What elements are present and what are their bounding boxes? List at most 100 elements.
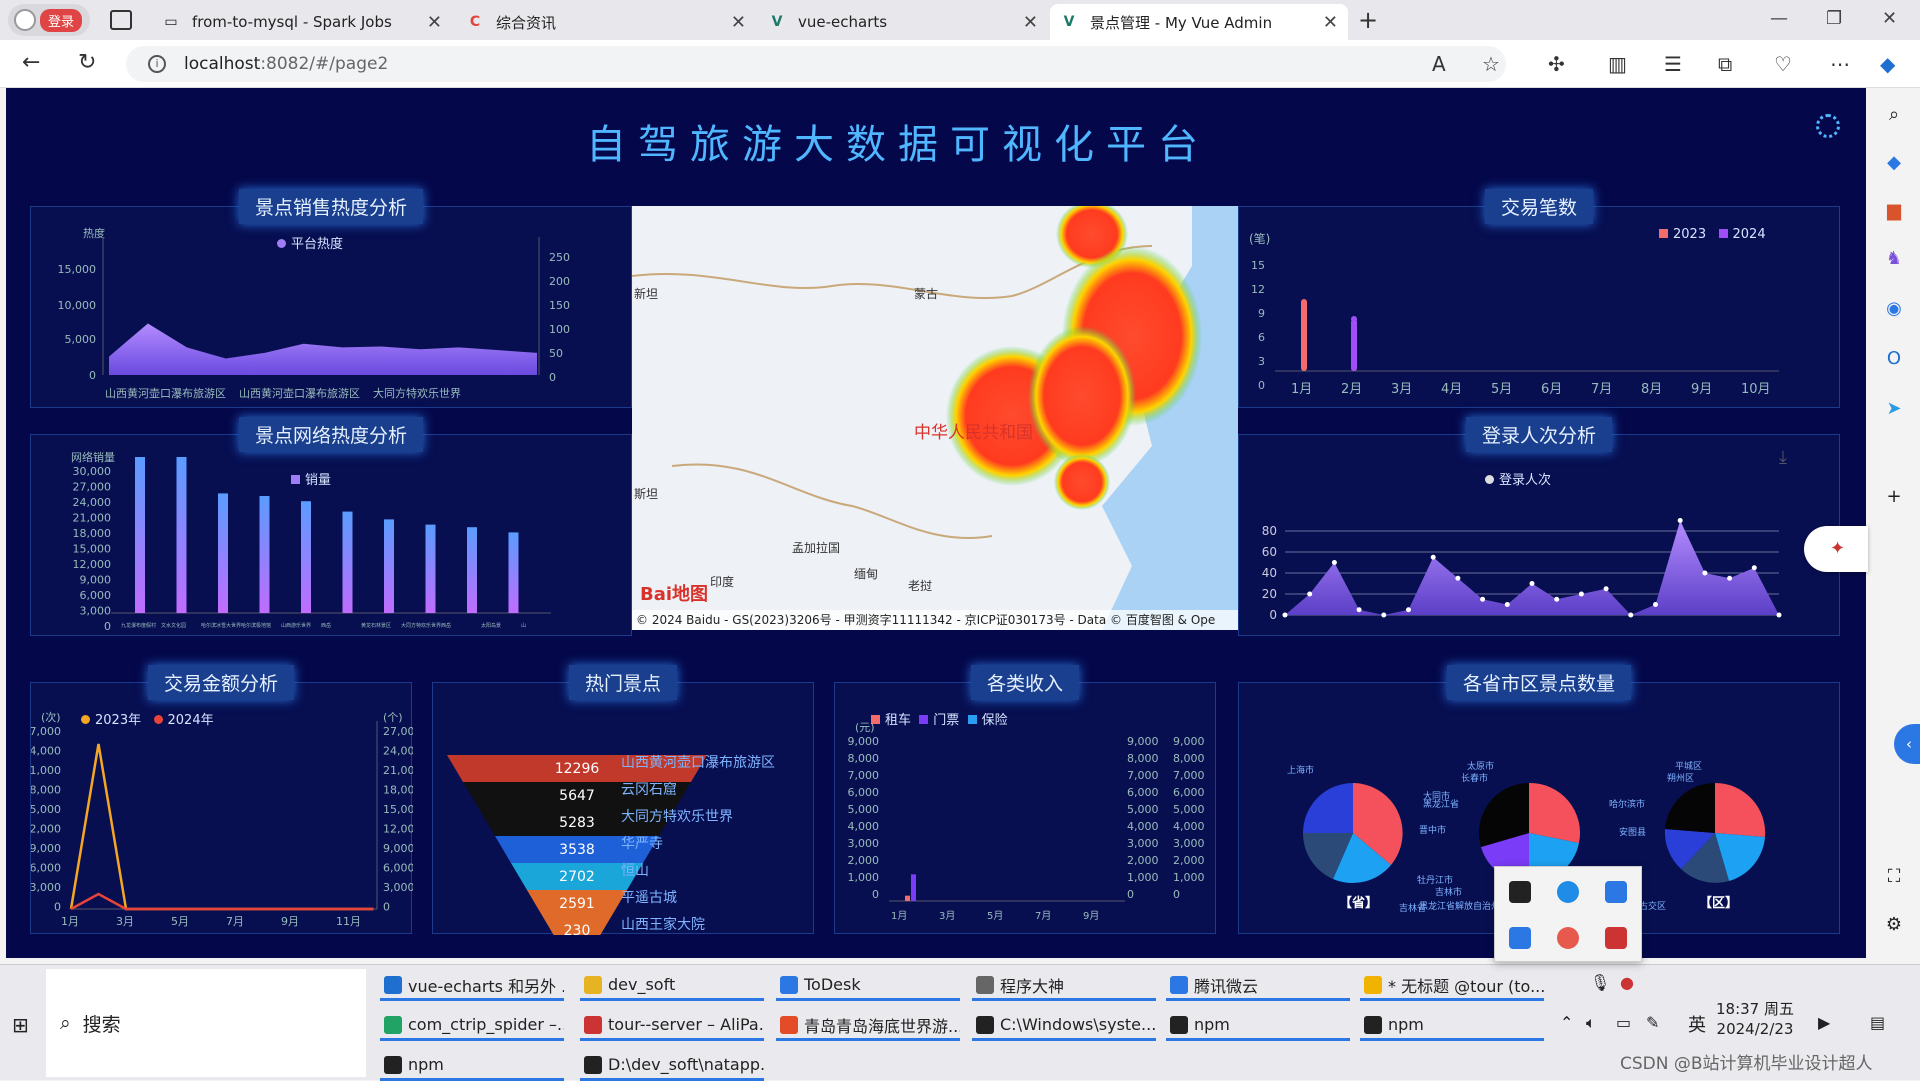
weiyun-icon[interactable]: [1509, 927, 1531, 949]
settings-icon[interactable]: ⚙: [1882, 914, 1906, 938]
url-bar[interactable]: i localhost:8082/#/page2: [126, 46, 1506, 82]
taskbar-app[interactable]: npm: [380, 1051, 564, 1081]
m365-icon[interactable]: ◉: [1882, 298, 1906, 322]
performance-icon[interactable]: ♡: [1774, 52, 1792, 76]
y-tick: 18,000: [73, 527, 112, 540]
y-tick: 8,000: [31, 784, 61, 797]
mic-icon[interactable]: 🎙︎: [1590, 973, 1610, 992]
taskbar-app[interactable]: D:\dev_soft\natapp...: [580, 1051, 764, 1081]
pen-icon[interactable]: ✎: [1646, 1013, 1659, 1032]
funnel-value: 230: [564, 923, 591, 935]
taskbar-app[interactable]: npm: [1360, 1011, 1544, 1041]
app-icon[interactable]: [1605, 927, 1627, 949]
minimize-icon[interactable]: —: [1770, 8, 1788, 29]
shopping-icon[interactable]: ◆: [1882, 152, 1906, 176]
close-icon[interactable]: ✕: [1323, 12, 1338, 33]
settings-gear-icon[interactable]: [1816, 114, 1840, 138]
tools-icon[interactable]: ▆: [1882, 200, 1906, 224]
y-tick: 40: [1262, 566, 1277, 580]
china-heatmap[interactable]: 中华人民共和国 蒙古 新坦 斯坦 孟加拉国 缅甸 印度 老挝 Bai地图 © 2…: [632, 206, 1238, 630]
read-aloud-icon[interactable]: A: [1432, 52, 1446, 76]
taskbar-app[interactable]: 程序大神: [972, 971, 1156, 1001]
taskbar-app[interactable]: npm: [1166, 1011, 1350, 1041]
taskbar-search[interactable]: ⌕ 搜索: [46, 969, 366, 1077]
favorites-icon[interactable]: ☰: [1664, 52, 1682, 76]
outlook-icon[interactable]: O: [1882, 348, 1906, 372]
y2-tick: 5,000: [1127, 803, 1159, 816]
x-label: 1月: [891, 910, 907, 922]
add-icon[interactable]: +: [1882, 486, 1906, 510]
send-icon[interactable]: ➤: [1882, 398, 1906, 422]
notifications-icon[interactable]: ▤: [1870, 1013, 1885, 1032]
taskbar-app[interactable]: * 无标题 @tour (to...: [1360, 971, 1544, 1001]
funnel-value: 12296: [555, 761, 600, 777]
games-icon[interactable]: ♞: [1882, 248, 1906, 272]
refresh-icon[interactable]: ↻: [78, 50, 96, 75]
y-tick: 9: [1258, 307, 1265, 320]
qq-icon[interactable]: ●: [1620, 973, 1634, 992]
tab-news[interactable]: C 综合资讯 ✕: [456, 4, 756, 40]
close-icon[interactable]: ✕: [427, 12, 442, 33]
taskbar-app[interactable]: dev_soft: [580, 971, 764, 1001]
tray-chevron-icon[interactable]: ⌃: [1560, 1013, 1573, 1032]
close-icon[interactable]: ✕: [731, 12, 746, 33]
tab-admin[interactable]: V 景点管理 - My Vue Admin ✕: [1050, 4, 1348, 40]
close-icon[interactable]: ✕: [1023, 12, 1038, 33]
windows-start-icon[interactable]: ⊞: [12, 1013, 29, 1037]
tab-vue-echarts[interactable]: Vvue-echarts ✕: [758, 4, 1048, 40]
y-tick: 0: [1258, 379, 1265, 392]
y-tick: 1,000: [848, 871, 880, 884]
taskbar-app[interactable]: vue-echarts 和另外 ...: [380, 971, 564, 1001]
taskbar-app[interactable]: com_ctrip_spider –...: [380, 1011, 564, 1041]
taskbar-app[interactable]: 青岛青岛海底世界游...: [776, 1011, 960, 1041]
volume-icon[interactable]: 🔈︎: [1586, 1013, 1596, 1033]
y-tick: 12,000: [73, 558, 112, 571]
more-icon[interactable]: ⋯: [1830, 52, 1850, 76]
point: [1351, 316, 1357, 322]
y2-tick: 6,000: [383, 862, 413, 875]
point: [1603, 586, 1609, 592]
x-label: 11月: [336, 915, 361, 928]
profile-button[interactable]: 登录: [8, 4, 90, 36]
x-label: 西岳: [321, 622, 331, 629]
taskbar-app[interactable]: tour--server – AliPa...: [580, 1011, 764, 1041]
x-label: 9月: [1083, 910, 1099, 922]
sync-icon[interactable]: [1557, 927, 1579, 949]
copilot-icon[interactable]: ◆: [1880, 52, 1895, 76]
split-screen-icon[interactable]: ▥: [1608, 52, 1627, 76]
bulb-icon: ✦: [1830, 538, 1846, 559]
show-desktop-icon[interactable]: ▶: [1818, 1013, 1830, 1032]
tab-actions-icon[interactable]: [110, 10, 132, 30]
screenshot-icon[interactable]: ⛶: [1882, 866, 1906, 890]
app-icon[interactable]: [1605, 881, 1627, 903]
taskbar-app[interactable]: 腾讯微云: [1166, 971, 1350, 1001]
taskbar-app[interactable]: C:\Windows\syste...: [972, 1011, 1156, 1041]
new-tab-icon[interactable]: +: [1358, 6, 1378, 34]
battery-icon[interactable]: ▭: [1616, 1013, 1631, 1032]
point: [1578, 591, 1584, 597]
funnel-value: 2591: [559, 896, 595, 912]
y-tick: 12: [1251, 283, 1265, 296]
clock[interactable]: 18:37 周五 2024/2/23: [1716, 999, 1794, 1039]
restore-icon[interactable]: ❐: [1826, 8, 1842, 29]
taskbar-app[interactable]: ToDesk: [776, 971, 960, 1001]
tab-spark[interactable]: ▭ from-to-mysql - Spark Jobs ✕: [152, 4, 452, 40]
x-label: 山西游乐世界: [281, 622, 311, 629]
onedrive-icon[interactable]: [1557, 881, 1579, 903]
search-icon[interactable]: ⌕: [1882, 104, 1906, 128]
info-icon[interactable]: i: [148, 55, 166, 73]
app-icon: [780, 975, 798, 994]
extensions-icon[interactable]: ✣: [1548, 52, 1565, 76]
app-icon: [1364, 1015, 1382, 1034]
collections-icon[interactable]: ⧉: [1718, 52, 1732, 76]
panel-amount: 交易金额分析 2023年 2024年 (次) (个) 7,000 4,000 1,0…: [30, 665, 413, 934]
y-tick: 9,000: [80, 574, 112, 587]
back-icon[interactable]: ←: [22, 50, 40, 75]
input-language[interactable]: 英: [1688, 1011, 1706, 1037]
floating-helper-button[interactable]: ✦: [1804, 526, 1868, 572]
nvidia-icon[interactable]: [1509, 881, 1531, 903]
y3-tick: 3,000: [1173, 837, 1205, 850]
series-line: [70, 892, 374, 911]
close-window-icon[interactable]: ✕: [1882, 8, 1897, 29]
favorite-star-icon[interactable]: ☆: [1482, 52, 1500, 76]
